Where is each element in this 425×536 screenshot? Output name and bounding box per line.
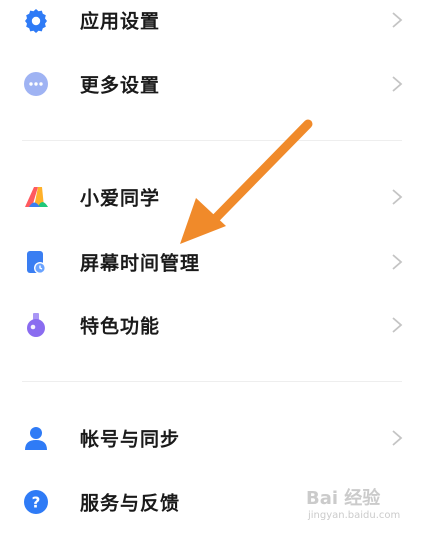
settings-item-label: 帐号与同步 (80, 428, 181, 451)
person-icon (22, 424, 50, 452)
settings-item-features[interactable]: 特色功能 (0, 295, 425, 355)
gear-icon (22, 6, 50, 34)
chevron-right-icon (391, 75, 403, 93)
settings-screen: 应用设置 更多设置 小爱同学 屏幕时间管理 特色功能 帐号与同步 ? 服务与反馈… (0, 0, 425, 536)
settings-item-more[interactable]: 更多设置 (0, 54, 425, 114)
xiaoai-icon (22, 183, 50, 211)
settings-item-label: 小爱同学 (80, 187, 161, 210)
baidu-watermark: Bai 经验 jingyan.baidu.com (306, 480, 418, 530)
settings-item-account[interactable]: 帐号与同步 (0, 408, 425, 468)
screen-time-icon (22, 248, 50, 276)
settings-item-label: 更多设置 (80, 74, 161, 97)
chevron-right-icon (391, 316, 403, 334)
chevron-right-icon (391, 429, 403, 447)
watermark-url: jingyan.baidu.com (308, 510, 401, 521)
svg-text:?: ? (32, 494, 41, 512)
settings-item-xiaoai[interactable]: 小爱同学 (0, 167, 425, 227)
settings-item-label: 服务与反馈 (80, 492, 181, 515)
chevron-right-icon (391, 253, 403, 271)
more-dots-icon (22, 70, 50, 98)
watermark-text: Bai 经验 (306, 488, 381, 509)
settings-item-app[interactable]: 应用设置 (0, 0, 425, 50)
flask-icon (22, 311, 50, 339)
chevron-right-icon (391, 188, 403, 206)
settings-item-screen-time[interactable]: 屏幕时间管理 (0, 232, 425, 292)
help-icon: ? (22, 488, 50, 516)
section-divider (22, 381, 402, 382)
settings-item-label: 应用设置 (80, 10, 161, 33)
section-divider (22, 140, 402, 141)
chevron-right-icon (391, 11, 403, 29)
settings-item-label: 特色功能 (80, 315, 161, 338)
settings-item-label: 屏幕时间管理 (80, 252, 201, 275)
